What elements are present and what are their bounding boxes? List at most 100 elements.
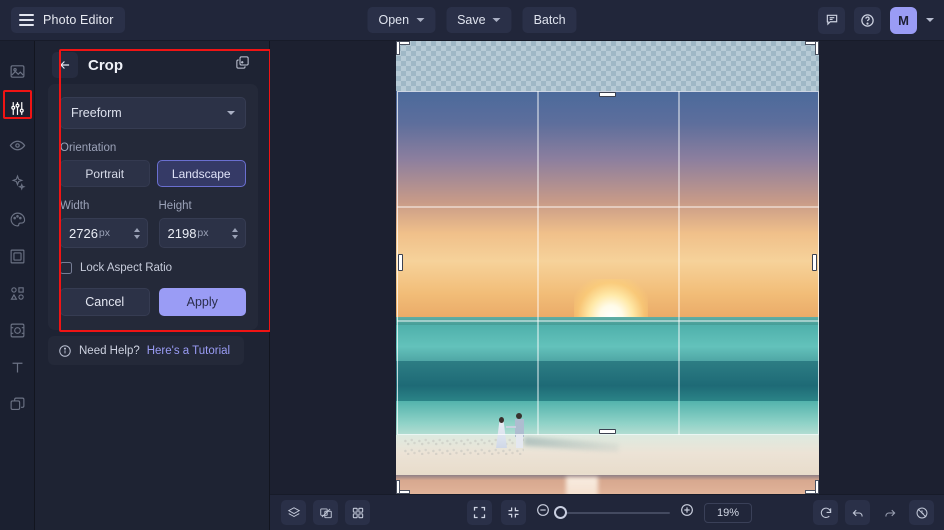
image-icon bbox=[10, 65, 25, 78]
top-bar: Photo Editor Open Save Batch M bbox=[0, 0, 944, 41]
grid-icon bbox=[352, 507, 363, 518]
history-button[interactable] bbox=[909, 500, 934, 525]
back-button[interactable] bbox=[52, 52, 78, 78]
chevron-down-icon bbox=[227, 111, 235, 115]
caret-down-icon[interactable] bbox=[133, 234, 140, 239]
palette-icon bbox=[10, 212, 26, 227]
help-tutorial-banner[interactable]: Need Help? Here's a Tutorial bbox=[48, 336, 244, 365]
undo-icon bbox=[852, 509, 863, 516]
avatar[interactable]: M bbox=[890, 6, 917, 34]
width-unit: px bbox=[98, 227, 111, 239]
crop-handle-bottom-center[interactable] bbox=[599, 429, 616, 434]
photo-image[interactable] bbox=[396, 41, 819, 494]
caret-down-icon[interactable] bbox=[232, 234, 238, 239]
sidebar-item-effects[interactable] bbox=[0, 164, 35, 201]
canvas-area[interactable] bbox=[270, 41, 944, 494]
figure-woman-head bbox=[499, 417, 504, 423]
bottom-left-tools bbox=[281, 500, 370, 525]
crop-gridline-vertical-1 bbox=[537, 91, 539, 435]
zoom-level-value[interactable]: 19% bbox=[704, 502, 752, 523]
help-text: Need Help? bbox=[79, 344, 140, 357]
sidebar-item-image[interactable] bbox=[0, 53, 35, 90]
bottom-bar: 19% bbox=[270, 494, 944, 530]
crop-handle-middle-right[interactable] bbox=[812, 254, 817, 271]
aspect-ratio-select[interactable]: Freeform bbox=[60, 97, 246, 129]
redo-button[interactable] bbox=[877, 500, 902, 525]
layers-stack-icon bbox=[287, 506, 300, 517]
fullscreen-button[interactable] bbox=[501, 500, 526, 525]
width-stepper[interactable] bbox=[133, 227, 143, 239]
lock-aspect-ratio-checkbox[interactable] bbox=[60, 262, 72, 274]
redo-icon bbox=[884, 509, 895, 516]
feedback-button[interactable] bbox=[818, 6, 845, 34]
orientation-portrait-button[interactable]: Portrait bbox=[60, 160, 150, 187]
zoom-slider-handle[interactable] bbox=[554, 505, 567, 519]
orientation-segmented-control: Portrait Landscape bbox=[60, 160, 246, 187]
caret-up-icon[interactable] bbox=[133, 227, 140, 232]
apply-button[interactable]: Apply bbox=[158, 288, 246, 316]
open-button[interactable]: Open bbox=[367, 7, 436, 33]
crop-panel-header: Crop bbox=[48, 46, 258, 84]
top-center-tools: Open Save Batch bbox=[367, 7, 577, 33]
sidebar-item-shapes[interactable] bbox=[0, 275, 35, 312]
sidebar-item-color[interactable] bbox=[0, 201, 35, 238]
width-label: Width bbox=[60, 200, 90, 212]
height-value: 2198 bbox=[167, 225, 197, 241]
lock-aspect-ratio-row[interactable]: Lock Aspect Ratio bbox=[60, 262, 246, 274]
sidebar-item-frame[interactable] bbox=[0, 238, 35, 275]
batch-label: Batch bbox=[533, 13, 566, 27]
page-title: Crop bbox=[88, 56, 123, 74]
caret-up-icon[interactable] bbox=[232, 227, 238, 232]
height-stepper[interactable] bbox=[232, 227, 241, 239]
width-value: 2726 bbox=[69, 225, 98, 241]
transparency-checker bbox=[396, 41, 819, 91]
zoom-slider[interactable] bbox=[554, 505, 670, 519]
sidebar-item-focus[interactable] bbox=[0, 312, 35, 349]
layers-stack-button[interactable] bbox=[281, 500, 306, 525]
shapes-icon bbox=[10, 287, 24, 300]
compare-button[interactable] bbox=[313, 500, 338, 525]
sidebar-item-layers[interactable] bbox=[0, 386, 35, 423]
undo-button[interactable] bbox=[845, 500, 870, 525]
app-title: Photo Editor bbox=[43, 13, 114, 27]
fit-screen-button[interactable] bbox=[467, 500, 492, 525]
save-button[interactable]: Save bbox=[446, 7, 512, 33]
tutorial-link[interactable]: Here's a Tutorial bbox=[147, 345, 230, 357]
width-field-group: Width 2726 px bbox=[60, 200, 148, 248]
reset-icon bbox=[820, 507, 831, 518]
reset-button[interactable] bbox=[813, 500, 838, 525]
orientation-landscape-button[interactable]: Landscape bbox=[156, 160, 246, 187]
question-circle-icon bbox=[861, 13, 874, 27]
comment-icon bbox=[826, 14, 837, 26]
focus-icon bbox=[10, 323, 25, 338]
chevron-down-icon bbox=[416, 18, 425, 22]
sliders-icon bbox=[11, 102, 24, 115]
dimension-fields: Width 2726 px Height 2198 px bbox=[60, 200, 246, 248]
height-input[interactable]: 2198 px bbox=[158, 218, 246, 248]
deep-sea-region bbox=[396, 361, 819, 406]
chevron-down-icon[interactable] bbox=[926, 18, 934, 22]
lock-aspect-ratio-label: Lock Aspect Ratio bbox=[80, 262, 173, 274]
sidebar-item-adjust[interactable] bbox=[0, 90, 35, 127]
arrow-left-icon bbox=[60, 61, 70, 69]
batch-button[interactable]: Batch bbox=[522, 7, 577, 33]
width-input[interactable]: 2726 px bbox=[60, 218, 148, 248]
cancel-button[interactable]: Cancel bbox=[60, 288, 150, 316]
crop-settings-card: Freeform Orientation Portrait Landscape … bbox=[48, 84, 258, 330]
duplicate-button[interactable] bbox=[235, 55, 250, 75]
hamburger-icon[interactable] bbox=[19, 14, 34, 26]
zoom-in-button[interactable] bbox=[679, 502, 695, 523]
frame-icon bbox=[10, 249, 25, 264]
collapse-icon bbox=[508, 507, 519, 518]
open-label: Open bbox=[378, 13, 410, 27]
sparkles-icon bbox=[11, 174, 26, 191]
grid-button[interactable] bbox=[345, 500, 370, 525]
sidebar-item-text[interactable] bbox=[0, 349, 35, 386]
crop-handle-middle-left[interactable] bbox=[398, 254, 403, 271]
app-brand[interactable]: Photo Editor bbox=[11, 7, 125, 33]
crop-handle-top-center[interactable] bbox=[599, 92, 616, 97]
sidebar-item-retouch[interactable] bbox=[0, 127, 35, 164]
crop-panel-inner: Crop Freeform Orientation Portrait Lands… bbox=[48, 46, 271, 332]
zoom-out-button[interactable] bbox=[535, 502, 551, 523]
help-button[interactable] bbox=[854, 6, 881, 34]
